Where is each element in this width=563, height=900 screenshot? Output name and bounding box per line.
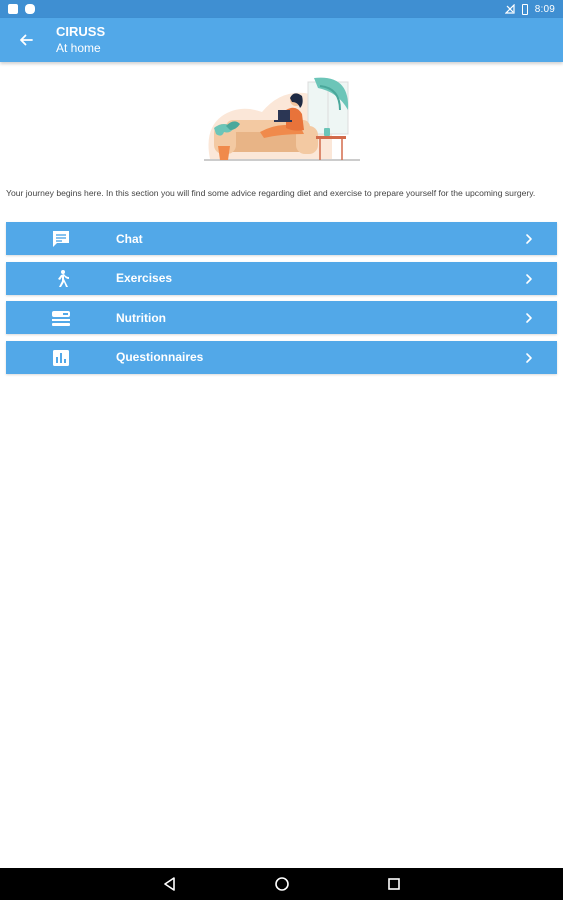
nav-home-button[interactable] [272,874,292,894]
back-button[interactable] [0,18,52,62]
battery-icon [521,3,528,15]
chevron-right-icon [526,352,532,363]
menu-item-label: Exercises [116,271,173,285]
status-bar: 8:09 [0,0,563,18]
sd-card-icon [8,4,18,14]
woman-on-sofa-illustration [204,77,360,161]
menu-item-label: Questionnaires [116,350,204,364]
nav-recents-button[interactable] [384,874,404,894]
app-bar-titles: CIRUSS At home [56,24,105,56]
page-subtitle: At home [56,41,101,55]
menu-item-chat[interactable]: Chat [6,222,557,255]
intro-text: Your journey begins here. In this sectio… [6,188,536,198]
chevron-right-icon [526,273,532,284]
menu-item-label: Chat [116,231,143,246]
status-time: 8:09 [534,3,555,15]
chat-icon [50,228,72,250]
menu-item-exercises[interactable]: Exercises [6,261,557,295]
status-right: 8:09 [504,3,555,15]
home-circle-icon [274,877,289,891]
system-nav-bar [0,868,563,900]
recents-square-icon [387,878,400,890]
bar-chart-icon [50,347,72,369]
walking-icon [50,268,72,290]
chevron-right-icon [526,313,532,323]
chevron-right-icon [526,234,532,244]
notification-icon [25,4,35,14]
page-title: CIRUSS [56,24,106,39]
section-menu: Chat Exercises Nutrition Questionnaires [6,222,557,380]
menu-item-nutrition[interactable]: Nutrition [6,301,557,334]
menu-item-questionnaires[interactable]: Questionnaires [6,340,557,374]
nav-back-button[interactable] [160,874,180,894]
food-tray-icon [50,307,72,329]
status-left [8,4,35,14]
back-triangle-icon [163,877,175,891]
app-bar: CIRUSS At home [0,18,563,62]
arrow-back-icon [20,34,33,46]
signal-off-icon [504,4,515,14]
menu-item-label: Nutrition [116,310,166,325]
